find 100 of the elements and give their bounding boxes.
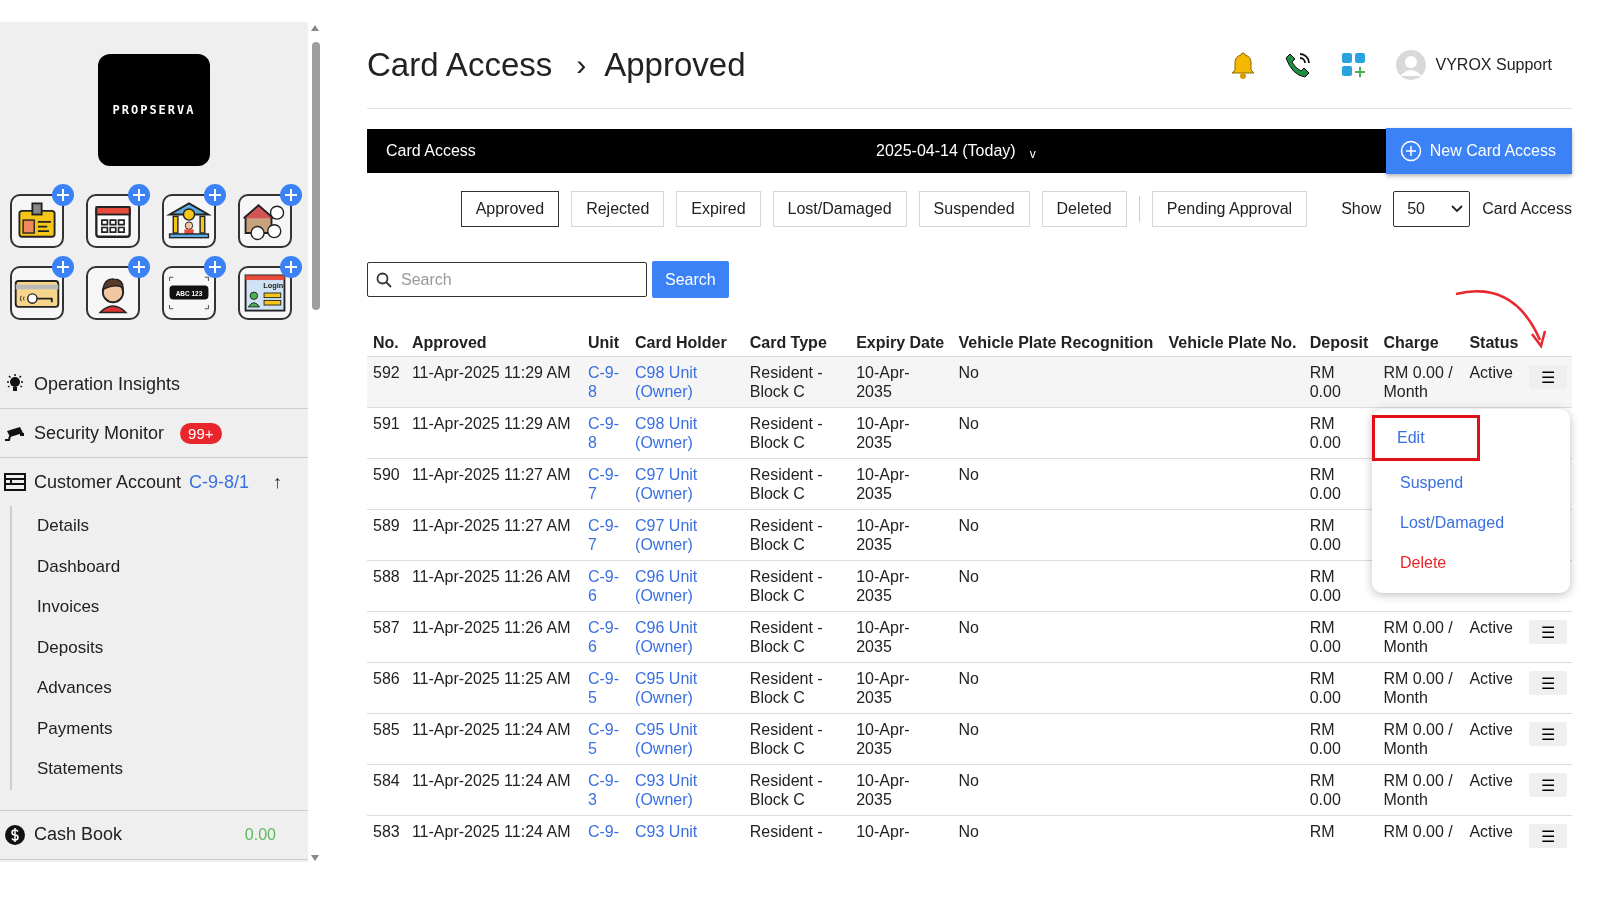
unit-link[interactable]: C-9-8 [587, 414, 626, 452]
new-card-access-button[interactable]: New Card Access [1385, 128, 1572, 174]
menu-item[interactable]: Edit [1372, 415, 1480, 461]
table-cell: No [958, 364, 979, 381]
table-cell-text: RM 0.00 [1309, 465, 1342, 503]
status-tab[interactable]: Approved [460, 191, 560, 227]
status-tab[interactable]: Suspended [918, 191, 1030, 227]
table-cell: No [958, 517, 979, 534]
submenu-item[interactable]: Deposits [37, 627, 308, 668]
sidebar-item-label: Cash Book [34, 824, 123, 845]
sidebar-item[interactable]: Cash Book 0.00 [0, 809, 308, 860]
row-menu-button[interactable]: ☰ [1528, 824, 1567, 848]
breadcrumb-link[interactable]: Card Access [367, 46, 553, 84]
card-holder-link[interactable]: C93 Unit (Owner) [635, 771, 740, 809]
table-cell: 11-Apr-2025 11:27 AM [411, 517, 571, 534]
table-cell-text: 10-Apr- [856, 822, 911, 841]
row-menu-button[interactable]: ☰ [1528, 620, 1567, 644]
column-header: Expiry Date [850, 326, 953, 357]
table-cell: RM 0.00 / Month [1383, 721, 1453, 757]
table-cell-text: RM 0.00 [1309, 363, 1342, 401]
table-cell-text: 10-Apr-2035 [856, 669, 911, 707]
column-header: Charge [1377, 326, 1464, 357]
card-holder-link[interactable]: C96 Unit (Owner) [635, 618, 740, 656]
table-cell-text: RM [1309, 822, 1336, 841]
table-cell: RM 0.00 / Month [1383, 619, 1453, 655]
row-menu-button[interactable]: ☰ [1528, 773, 1567, 797]
table-cell: No [958, 772, 979, 789]
table-cell: 589 [373, 517, 400, 534]
table-cell: No [958, 568, 979, 585]
row-menu-button[interactable]: ☰ [1528, 671, 1567, 695]
unit-link[interactable]: C-9-3 [587, 771, 626, 809]
submenu-item[interactable]: Payments [37, 708, 308, 749]
table-cell: No [958, 823, 979, 840]
menu-item[interactable]: Lost/Damaged [1376, 501, 1526, 541]
page-size-select[interactable]: 50 [1393, 191, 1471, 227]
table-cell-text: 10-Apr-2035 [856, 414, 911, 452]
card-holder-link[interactable]: C97 Unit (Owner) [635, 465, 740, 503]
unit-link[interactable]: C-9-6 [587, 567, 626, 605]
logo: PROPSERVA [98, 54, 210, 166]
card-holder-link[interactable]: C97 Unit (Owner) [635, 516, 740, 554]
submenu-item[interactable]: Dashboard [37, 546, 308, 587]
sidebar-item[interactable]: Security Monitor 99+ [0, 409, 308, 458]
show-label: Show [1341, 200, 1382, 218]
submenu-item[interactable]: Statements [37, 749, 308, 790]
status-tab[interactable]: Rejected [571, 191, 665, 227]
table-cell: No [958, 466, 979, 483]
submenu-item[interactable]: Advances [37, 668, 308, 709]
status-tab[interactable]: Deleted [1041, 191, 1127, 227]
unit-link[interactable]: C-9- [587, 822, 626, 841]
card-holder-link[interactable]: C95 Unit (Owner) [635, 669, 740, 707]
card-holder-link[interactable]: C93 Unit [635, 822, 740, 841]
menu-item[interactable]: Delete [1376, 541, 1526, 581]
table-cell-text: RM 0.00 [1309, 516, 1342, 554]
unit-link[interactable]: C-9-5 [587, 669, 626, 707]
table-cell: 11-Apr-2025 11:27 AM [411, 466, 571, 483]
table-cell: No [958, 721, 979, 738]
date-picker[interactable]: 2025-04-14 (Today) v [876, 141, 1036, 161]
table-cell: Resident - Block C [749, 772, 823, 808]
column-header: Card Holder [629, 326, 744, 357]
user-name[interactable]: VYROX Support [1435, 56, 1552, 74]
table-cell: RM 0.00 / Month [1383, 772, 1453, 808]
unit-link[interactable]: C-9-7 [587, 516, 626, 554]
unit-link[interactable]: C-9-5 [587, 720, 626, 758]
search-field[interactable]: Search [367, 262, 647, 297]
table-cell-text: 10-Apr-2035 [856, 363, 911, 401]
column-header: No. [367, 326, 406, 357]
table-cell: No [958, 415, 979, 432]
row-menu-button[interactable]: ☰ [1528, 365, 1567, 389]
search-button[interactable]: Search [652, 261, 729, 298]
table-cell: Resident - Block C [749, 568, 823, 604]
card-holder-link[interactable]: C98 Unit (Owner) [635, 414, 740, 452]
table-cell: 11-Apr-2025 11:26 AM [411, 619, 571, 636]
table-cell: Resident - Block C [749, 466, 823, 502]
column-header: Card Type [743, 326, 851, 357]
table-cell: 592 [373, 364, 400, 381]
table-cell: Active [1469, 364, 1513, 381]
card-holder-link[interactable]: C96 Unit (Owner) [635, 567, 740, 605]
table-cell: Active [1469, 772, 1513, 789]
unit-link[interactable]: C-9-7 [587, 465, 626, 503]
collapse-arrow[interactable]: ↑ [273, 471, 282, 493]
table-cell-text: 10-Apr-2035 [856, 720, 911, 758]
sidebar-item[interactable]: Customer Account C-9-8/1 ↑ [0, 458, 308, 506]
table-cell: 11-Apr-2025 11:24 AM [411, 823, 571, 840]
submenu-item[interactable]: Invoices [37, 587, 308, 628]
table-cell: 588 [373, 568, 400, 585]
table-cell: 11-Apr-2025 11:26 AM [411, 568, 571, 585]
table-cell: 584 [373, 772, 400, 789]
unit-link[interactable]: C-9-6 [587, 618, 626, 656]
status-tab[interactable]: Pending Approval [1151, 191, 1308, 227]
account-code[interactable]: C-9-8/1 [189, 471, 250, 493]
row-menu-button[interactable]: ☰ [1528, 722, 1567, 746]
card-holder-link[interactable]: C95 Unit (Owner) [635, 720, 740, 758]
table-cell: 590 [373, 466, 400, 483]
table-cell-text: RM 0.00 [1309, 669, 1342, 707]
status-tab[interactable]: Lost/Damaged [772, 191, 907, 227]
table-cell: RM 0.00 / Month [1383, 364, 1453, 400]
submenu-item[interactable]: Details [37, 506, 308, 547]
menu-item[interactable]: Suspend [1376, 461, 1526, 501]
column-header: Vehicle Plate Recognition [952, 326, 1163, 357]
status-tab[interactable]: Expired [676, 191, 761, 227]
